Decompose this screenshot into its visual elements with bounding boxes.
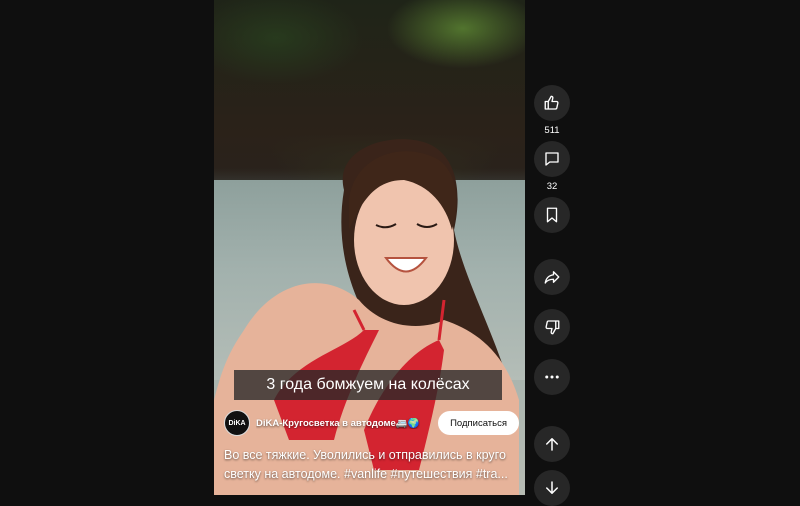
thumbs-up-icon — [544, 95, 559, 110]
arrow-down-icon — [546, 481, 558, 494]
subscribe-button[interactable]: Подписаться — [438, 411, 519, 435]
channel-avatar[interactable]: DiKA — [224, 410, 250, 436]
description-line-2: светку на автодоме. #vanlife #путешестви… — [224, 467, 508, 481]
description-line-1: Во все тяжкие. Уволились и отправились в… — [224, 448, 506, 462]
more-button[interactable] — [534, 359, 570, 395]
comment-icon — [545, 152, 559, 166]
like-button[interactable] — [534, 85, 570, 121]
more-icon — [545, 375, 559, 379]
short-video-player[interactable]: 3 года бомжуем на колёсах DiKA DiKA-Круг… — [214, 0, 525, 495]
bookmark-icon — [546, 207, 558, 223]
thumbs-down-icon — [545, 320, 560, 335]
share-button[interactable] — [534, 259, 570, 295]
previous-video-button[interactable] — [534, 426, 570, 462]
avatar-logo-text: DiKA — [228, 419, 246, 427]
caption-banner: 3 года бомжуем на колёсах — [234, 370, 502, 400]
channel-row: DiKA DiKA-Кругосветка в автодоме🚐🌍 Подпи… — [224, 410, 519, 436]
comment-button[interactable] — [534, 141, 570, 177]
video-description[interactable]: Во все тяжкие. Уволились и отправились в… — [224, 446, 519, 484]
dislike-button[interactable] — [534, 309, 570, 345]
arrow-up-icon — [546, 438, 558, 451]
save-button[interactable] — [534, 197, 570, 233]
action-bar: 511 32 — [534, 85, 570, 395]
channel-name[interactable]: DiKA-Кругосветка в автодоме🚐🌍 — [256, 418, 420, 429]
next-video-button[interactable] — [534, 470, 570, 506]
caption-banner-text: 3 года бомжуем на колёсах — [266, 376, 470, 393]
share-icon — [544, 271, 560, 284]
